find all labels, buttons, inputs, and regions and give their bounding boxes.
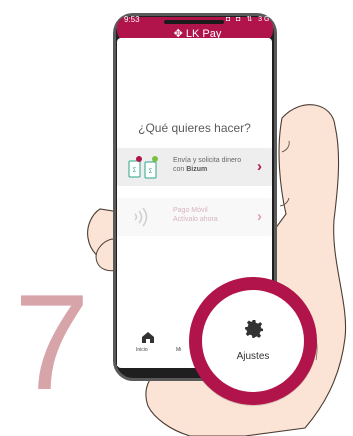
logo-icon: ✥ [173, 28, 186, 40]
bizum-icon: Σ Σ [128, 156, 158, 179]
settings-button[interactable]: Ajustes [202, 290, 304, 392]
card-title: Pago Móvil [173, 207, 208, 214]
mobile-payment-card[interactable]: Pago Móvil Actívalo ahora › [117, 198, 272, 236]
app-title: ✥ LK Pay [173, 28, 222, 40]
home-icon[interactable] [140, 331, 156, 343]
card-title: Envía y solicita dinero [173, 157, 242, 164]
tutorial-stage: 7 9:53 ◘ ◘ ⇅ 3G ▮ ✥ LK Pay ¿Qué quieres … [0, 0, 353, 436]
status-time: 9:53 [124, 15, 140, 24]
status-icons: ◘ ◘ ⇅ 3G ▮ [226, 16, 282, 23]
chevron-right-icon: › [257, 208, 262, 225]
settings-label: Ajustes [236, 351, 270, 362]
svg-text:Σ: Σ [133, 168, 137, 174]
page-question: ¿Qué quieres hacer? [138, 121, 251, 135]
svg-text:Σ: Σ [149, 169, 153, 175]
tab-home-label[interactable]: Inicio [136, 347, 148, 353]
chevron-right-icon: › [257, 158, 262, 175]
tab-middle-label[interactable]: Mi [176, 347, 181, 353]
contactless-icon [134, 207, 148, 227]
card-subtitle: Actívalo ahora [173, 216, 218, 223]
magnifier-callout: Ajustes [189, 277, 317, 405]
gear-icon [245, 320, 263, 338]
card-subtitle: con Bizum [173, 166, 208, 173]
bizum-option-card[interactable]: Σ Σ Envía y solicita dinero con Bizum › [117, 148, 272, 186]
